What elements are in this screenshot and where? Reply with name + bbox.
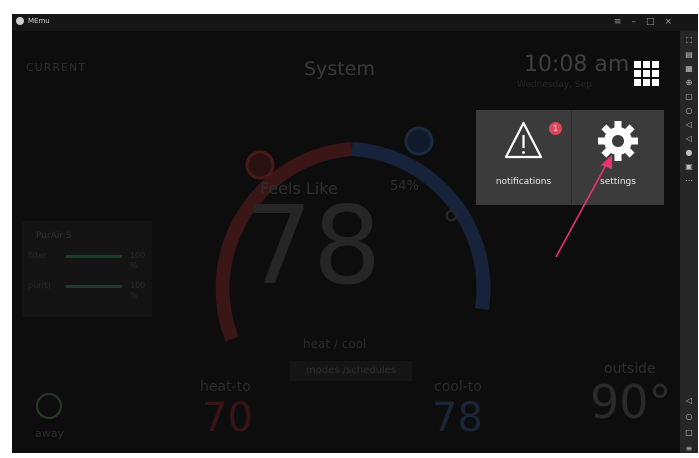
- cool-to-value[interactable]: 78: [432, 395, 483, 441]
- grid-cell: [652, 70, 659, 77]
- filter-value: 100: [130, 251, 146, 260]
- screenshot-icon[interactable]: ▢: [685, 93, 693, 101]
- away-label[interactable]: away: [35, 427, 64, 440]
- modes-schedules-button[interactable]: modes /schedules: [290, 361, 412, 381]
- clock: 10:08 am: [524, 52, 630, 77]
- notification-badge: 1: [549, 122, 562, 135]
- recents-icon[interactable]: □: [685, 429, 693, 437]
- cool-handle[interactable]: [404, 126, 434, 156]
- menu-icon[interactable]: ≡: [614, 16, 622, 28]
- app-title: MEmu: [16, 17, 50, 25]
- close-icon[interactable]: ×: [664, 16, 672, 28]
- page-title: System: [304, 58, 375, 80]
- grid-cell: [634, 61, 641, 68]
- filter-level-bar: [66, 255, 122, 258]
- nav-buttons: ◁ ○ □ ≡: [680, 397, 698, 453]
- record-icon[interactable]: ○: [686, 107, 693, 115]
- heat-handle[interactable]: [245, 150, 275, 180]
- volume-up-icon[interactable]: ◁: [686, 121, 692, 129]
- title-bar: MEmu ≡ – □ ×: [12, 14, 698, 31]
- leaf-icon[interactable]: [36, 393, 62, 419]
- date: Wednesday, Sep: [517, 80, 592, 90]
- purity-level-bar: [66, 285, 122, 288]
- apk-icon[interactable]: ▦: [685, 65, 693, 73]
- minimize-icon[interactable]: –: [631, 16, 636, 28]
- maximize-icon[interactable]: □: [646, 16, 655, 28]
- heat-to-value[interactable]: 70: [202, 395, 253, 441]
- more-icon[interactable]: ⋯: [685, 177, 693, 185]
- window-title: MEmu: [28, 17, 50, 25]
- keyboard-icon[interactable]: ▤: [685, 51, 693, 59]
- purity-value: 100: [130, 281, 146, 290]
- degree-symbol: °: [442, 203, 461, 247]
- outside-temperature: 90°: [590, 375, 672, 429]
- memu-logo-icon: [16, 17, 24, 25]
- grid-cell: [643, 61, 650, 68]
- volume-down-icon[interactable]: ◁: [686, 135, 692, 143]
- shake-icon[interactable]: ●: [686, 149, 693, 157]
- menu-lines-icon[interactable]: ≡: [686, 445, 693, 453]
- emulator-sidebar: ⛶ ▤ ▦ ⊕ ▢ ○ ◁ ◁ ● ▣ ⋯ ◁ ○ □ ≡: [680, 31, 698, 453]
- grid-cell: [643, 70, 650, 77]
- heat-to-label: heat-to: [200, 379, 251, 395]
- purity-unit: %: [130, 291, 138, 300]
- grid-cell: [643, 79, 650, 86]
- purity-label: pur(t): [28, 281, 51, 290]
- cool-to-label: cool-to: [434, 379, 482, 395]
- grid-cell: [652, 79, 659, 86]
- current-label: CURRENT: [26, 61, 86, 74]
- grid-menu-icon[interactable]: [634, 61, 659, 86]
- current-temperature: 78: [244, 184, 382, 309]
- grid-cell: [634, 79, 641, 86]
- humidity-value: 54%: [390, 179, 419, 194]
- grid-cell: [652, 61, 659, 68]
- mode-label: heat / cool: [303, 337, 367, 351]
- window-controls: ≡ – □ ×: [614, 16, 672, 28]
- purair-title: PurAir S: [36, 231, 72, 241]
- app-screen: CURRENT System 10:08 am Wednesday, Sep F…: [12, 31, 680, 453]
- back-icon[interactable]: ◁: [686, 397, 692, 405]
- home-icon[interactable]: ○: [686, 413, 693, 421]
- location-icon[interactable]: ⊕: [686, 79, 693, 87]
- annotation-arrow: [555, 155, 612, 258]
- grid-cell: [634, 70, 641, 77]
- filter-unit: %: [130, 261, 138, 270]
- fullscreen-icon[interactable]: ⛶: [686, 37, 692, 45]
- emulator-window: MEmu ≡ – □ × CURRENT System 10:08 am Wed…: [12, 14, 698, 453]
- filter-label: filter: [28, 251, 47, 260]
- purair-card[interactable]: PurAir S filter 100 % pur(t) 100 %: [22, 221, 152, 317]
- folder-icon[interactable]: ▣: [685, 163, 693, 171]
